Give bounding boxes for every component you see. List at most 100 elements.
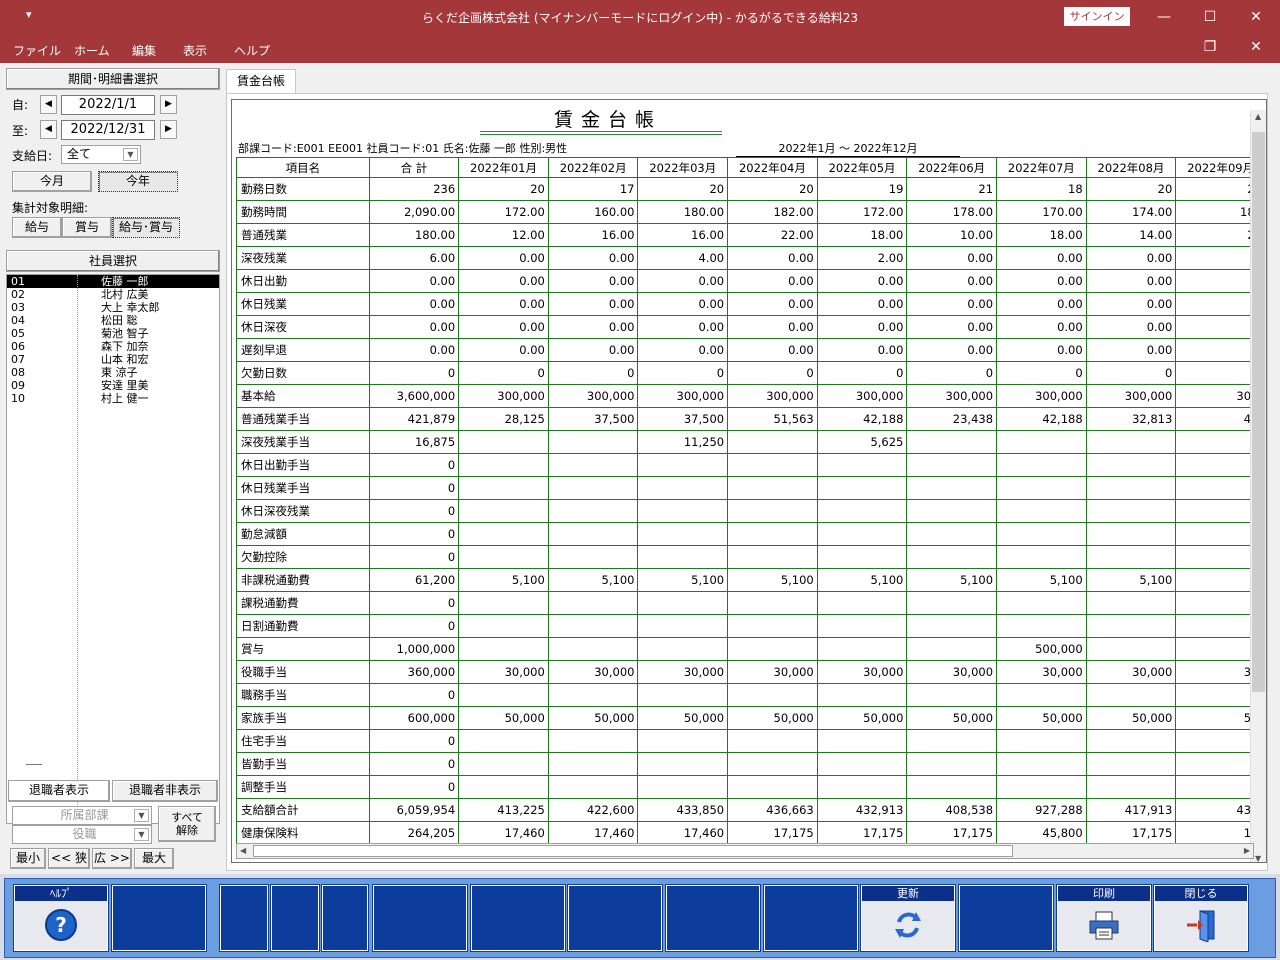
target-salary-button[interactable]: 給与 xyxy=(12,217,62,238)
to-prev-button[interactable]: ◀ xyxy=(40,120,57,139)
scroll-down-icon[interactable]: ▼ xyxy=(1255,854,1261,862)
table-cell xyxy=(458,545,549,569)
dept-select[interactable]: 所属部課 ▼ xyxy=(12,806,152,825)
fkey-3[interactable] xyxy=(220,885,268,951)
employee-name: 大上 幸太郎 xyxy=(101,301,160,314)
from-prev-button[interactable]: ◀ xyxy=(40,95,57,114)
table-cell: 0 xyxy=(547,361,639,385)
table-cell: 50,000 xyxy=(816,706,908,730)
employee-item[interactable]: 06 森下 加奈 xyxy=(7,340,219,353)
hide-retired-button[interactable]: 退職者非表示 xyxy=(112,780,218,802)
horizontal-scroll-thumb[interactable] xyxy=(253,845,1013,857)
minimize-icon[interactable]: — xyxy=(1141,0,1187,35)
employee-header: 社員選択 xyxy=(6,250,220,272)
fkey-8[interactable] xyxy=(568,885,662,951)
table-cell: 30,000 xyxy=(816,660,908,684)
menu-home[interactable]: ホーム xyxy=(74,42,110,59)
table-cell: 6.00 xyxy=(368,246,460,270)
table-cell xyxy=(637,614,729,638)
row-label: 勤務時間 xyxy=(236,200,370,224)
employee-item[interactable]: 08 東 涼子 xyxy=(7,366,219,379)
signin-button[interactable]: サインイン xyxy=(1064,7,1130,26)
employee-item[interactable]: 01 佐藤 一郎 xyxy=(7,275,219,288)
menu-view[interactable]: 表示 xyxy=(183,42,207,59)
employee-item[interactable]: 10 村上 健一 xyxy=(7,392,219,405)
scroll-right-icon[interactable]: ▶ xyxy=(1244,846,1250,855)
table-cell xyxy=(1085,430,1177,454)
vertical-scrollbar[interactable]: ▲ ▼ xyxy=(1250,110,1266,862)
table-row: 皆勤手当 0 xyxy=(236,752,1266,776)
employee-item[interactable]: 04 松田 聡 xyxy=(7,314,219,327)
fkey-5[interactable] xyxy=(322,885,368,951)
this-year-button[interactable]: 今年 xyxy=(98,171,178,192)
table-cell xyxy=(547,545,639,569)
paydate-select[interactable]: 全て ▼ xyxy=(61,145,141,164)
size-min-button[interactable]: 最小 xyxy=(10,848,46,869)
size-max-button[interactable]: 最大 xyxy=(134,848,174,869)
fkey-2[interactable] xyxy=(112,885,206,951)
menu-edit[interactable]: 編集 xyxy=(132,42,156,59)
maximize-icon[interactable]: ☐ xyxy=(1187,0,1233,35)
restore-icon[interactable]: ❐ xyxy=(1187,39,1233,55)
table-cell: 0 xyxy=(368,752,460,776)
fkey-6[interactable] xyxy=(373,885,467,951)
update-button[interactable]: 更新 xyxy=(861,885,955,951)
table-cell xyxy=(996,729,1087,753)
employee-name: 安達 里美 xyxy=(101,379,149,392)
table-cell xyxy=(547,614,639,638)
menu-file[interactable]: ファイル xyxy=(13,42,61,59)
fkey-7[interactable] xyxy=(471,885,565,951)
scroll-up-icon[interactable]: ▲ xyxy=(1255,112,1261,121)
show-retired-button[interactable]: 退職者表示 xyxy=(8,780,110,802)
fkey-4[interactable] xyxy=(271,885,319,951)
employee-item[interactable]: 05 菊池 智子 xyxy=(7,327,219,340)
fkey-9[interactable] xyxy=(666,885,760,951)
size-wide-button[interactable]: 広 >> xyxy=(92,848,132,869)
horizontal-scrollbar[interactable]: ◀ ▶ xyxy=(236,843,1254,859)
size-narrow-button[interactable]: << 狭 xyxy=(48,848,90,869)
target-both-button[interactable]: 給与･賞与 xyxy=(112,217,180,238)
employee-item[interactable]: 07 山本 和宏 xyxy=(7,353,219,366)
to-next-button[interactable]: ▶ xyxy=(160,120,177,139)
to-date-field[interactable]: 2022/12/31 xyxy=(61,120,155,140)
close-icon[interactable]: ✕ xyxy=(1233,0,1279,35)
print-button[interactable]: 印刷 xyxy=(1057,885,1151,951)
table-cell: 0 xyxy=(458,361,549,385)
scroll-left-icon[interactable]: ◀ xyxy=(240,846,246,855)
employee-item[interactable]: 09 安達 里美 xyxy=(7,379,219,392)
tab-ledger[interactable]: 賃金台帳 xyxy=(226,69,296,93)
table-cell: 4.00 xyxy=(637,246,729,270)
table-cell: 11,250 xyxy=(637,430,729,454)
list-column-divider xyxy=(77,275,78,823)
employee-item[interactable]: 03 大上 幸太郎 xyxy=(7,301,219,314)
fkey-10[interactable] xyxy=(764,885,858,951)
table-cell xyxy=(637,752,729,776)
this-month-button[interactable]: 今月 xyxy=(12,171,92,192)
employee-item[interactable]: 02 北村 広美 xyxy=(7,288,219,301)
table-cell xyxy=(816,775,908,799)
employee-list[interactable]: 01 佐藤 一郎 02 北村 広美 03 大上 幸太郎 04 松田 聡 05 菊池 智子 06 森下 … xyxy=(6,274,220,824)
clear-all-button[interactable]: すべて 解除 xyxy=(158,806,216,842)
table-cell: 422,600 xyxy=(547,798,639,822)
row-label: 賞与 xyxy=(236,637,370,661)
table-cell: 0.00 xyxy=(458,292,549,316)
table-cell xyxy=(458,729,549,753)
table-row: 非課税通勤費 61,200 5,100 5,100 5,100 5,100 5,100 5,1… xyxy=(236,568,1266,592)
table-cell: 172.00 xyxy=(458,200,549,224)
vertical-scroll-thumb[interactable] xyxy=(1252,132,1265,692)
list-splitter[interactable] xyxy=(26,764,42,765)
help-button[interactable]: ﾍﾙﾌﾟ ? xyxy=(14,885,108,951)
target-bonus-button[interactable]: 賞与 xyxy=(62,217,112,238)
close-button[interactable]: 閉じる xyxy=(1154,885,1248,951)
table-cell xyxy=(547,729,639,753)
doc-close-icon[interactable]: ✕ xyxy=(1233,39,1279,55)
table-cell: 0.00 xyxy=(547,338,639,362)
table-cell: 300,000 xyxy=(996,384,1087,408)
table-row: 課税通勤費 0 xyxy=(236,591,1266,615)
from-next-button[interactable]: ▶ xyxy=(160,95,177,114)
menu-help[interactable]: ヘルプ xyxy=(234,42,270,59)
position-select[interactable]: 役職 ▼ xyxy=(12,825,152,844)
fkey-12[interactable] xyxy=(959,885,1053,951)
from-date-field[interactable]: 2022/1/1 xyxy=(61,95,155,115)
table-cell xyxy=(1085,499,1177,523)
